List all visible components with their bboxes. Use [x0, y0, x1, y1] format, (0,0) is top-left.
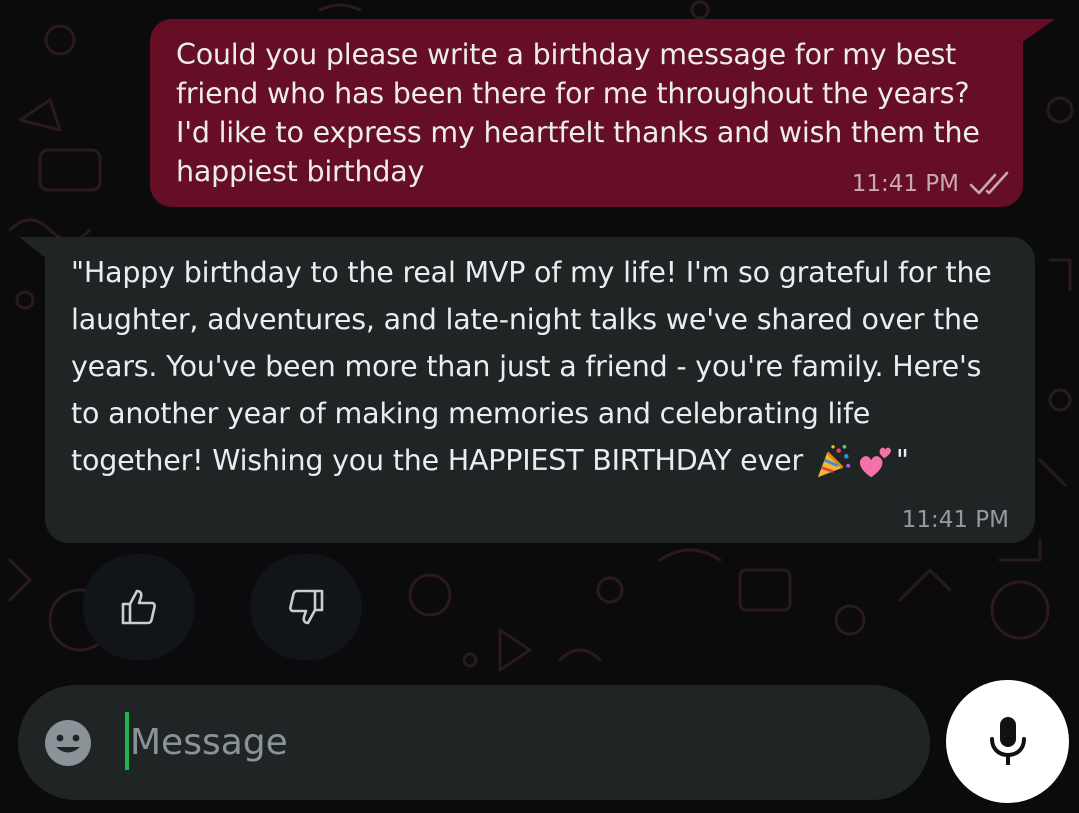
smiley-icon: [45, 720, 91, 766]
outgoing-message-meta: 11:41 PM: [852, 171, 1011, 197]
message-timestamp: 11:41 PM: [901, 507, 1009, 533]
microphone-icon: [989, 716, 1026, 765]
incoming-message-bubble[interactable]: "Happy birthday to the real MVP of my li…: [19, 237, 1035, 543]
thumbs-down-icon: [289, 589, 324, 625]
incoming-message-body: "Happy birthday to the real MVP of my li…: [71, 256, 992, 477]
bubble-tail: [19, 237, 47, 259]
two-hearts-emoji: [859, 447, 891, 478]
incoming-message-end: ": [895, 444, 909, 477]
outgoing-message-text: Could you please write a birthday messag…: [176, 38, 980, 188]
outgoing-message-bubble[interactable]: Could you please write a birthday messag…: [150, 19, 1055, 207]
message-composer: [18, 685, 930, 800]
party-popper-emoji: [817, 444, 850, 478]
emoji-button[interactable]: [43, 718, 93, 768]
message-input[interactable]: [130, 709, 890, 775]
double-check-icon: [969, 171, 1009, 195]
thumbs-down-button[interactable]: [250, 554, 362, 660]
bubble-tail: [1021, 19, 1055, 43]
voice-message-button[interactable]: [946, 680, 1069, 803]
message-timestamp: 11:41 PM: [851, 171, 959, 197]
text-caret: [125, 712, 129, 770]
thumbs-up-icon: [121, 589, 156, 625]
incoming-message-text: "Happy birthday to the real MVP of my li…: [71, 249, 1009, 484]
thumbs-up-button[interactable]: [83, 554, 195, 660]
